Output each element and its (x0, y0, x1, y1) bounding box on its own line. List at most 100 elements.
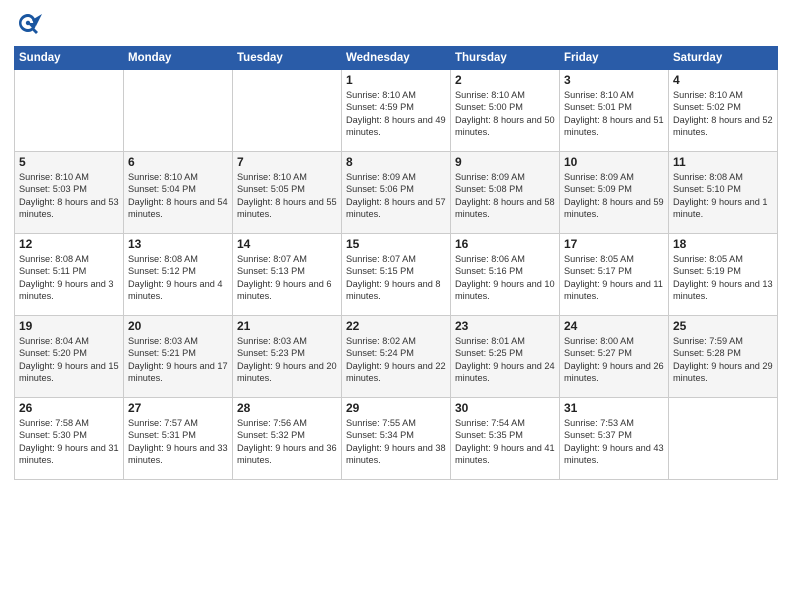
calendar-week-row: 1 Sunrise: 8:10 AM Sunset: 4:59 PM Daylig… (15, 70, 778, 152)
cell-content: Sunrise: 8:05 AM Sunset: 5:19 PM Dayligh… (673, 253, 773, 303)
cell-content: Sunrise: 7:55 AM Sunset: 5:34 PM Dayligh… (346, 417, 446, 467)
day-number: 5 (19, 155, 119, 169)
calendar-cell: 30 Sunrise: 7:54 AM Sunset: 5:35 PM Dayli… (451, 398, 560, 480)
day-number: 21 (237, 319, 337, 333)
calendar-cell: 15 Sunrise: 8:07 AM Sunset: 5:15 PM Dayli… (342, 234, 451, 316)
calendar-cell (669, 398, 778, 480)
cell-content: Sunrise: 8:08 AM Sunset: 5:11 PM Dayligh… (19, 253, 119, 303)
cell-content: Sunrise: 7:57 AM Sunset: 5:31 PM Dayligh… (128, 417, 228, 467)
calendar-week-row: 12 Sunrise: 8:08 AM Sunset: 5:11 PM Dayli… (15, 234, 778, 316)
cell-content: Sunrise: 7:56 AM Sunset: 5:32 PM Dayligh… (237, 417, 337, 467)
cell-content: Sunrise: 8:00 AM Sunset: 5:27 PM Dayligh… (564, 335, 664, 385)
calendar-cell: 7 Sunrise: 8:10 AM Sunset: 5:05 PM Daylig… (233, 152, 342, 234)
day-header-monday: Monday (124, 47, 233, 70)
calendar-cell: 28 Sunrise: 7:56 AM Sunset: 5:32 PM Dayli… (233, 398, 342, 480)
calendar-cell (15, 70, 124, 152)
day-number: 28 (237, 401, 337, 415)
day-number: 6 (128, 155, 228, 169)
calendar-cell: 17 Sunrise: 8:05 AM Sunset: 5:17 PM Dayli… (560, 234, 669, 316)
calendar-cell: 21 Sunrise: 8:03 AM Sunset: 5:23 PM Dayli… (233, 316, 342, 398)
page-container: SundayMondayTuesdayWednesdayThursdayFrid… (0, 0, 792, 490)
calendar-cell: 20Sunrise: 8:03 AM Sunset: 5:21 PM Dayli… (124, 316, 233, 398)
calendar-cell: 14 Sunrise: 8:07 AM Sunset: 5:13 PM Dayli… (233, 234, 342, 316)
day-number: 14 (237, 237, 337, 251)
calendar-cell: 26 Sunrise: 7:58 AM Sunset: 5:30 PM Dayli… (15, 398, 124, 480)
calendar-week-row: 19Sunrise: 8:04 AM Sunset: 5:20 PM Dayli… (15, 316, 778, 398)
calendar-cell: 27Sunrise: 7:57 AM Sunset: 5:31 PM Dayli… (124, 398, 233, 480)
logo-icon (14, 10, 42, 38)
cell-content: Sunrise: 8:07 AM Sunset: 5:15 PM Dayligh… (346, 253, 446, 303)
cell-content: Sunrise: 7:59 AM Sunset: 5:28 PM Dayligh… (673, 335, 773, 385)
day-number: 15 (346, 237, 446, 251)
calendar-cell: 24Sunrise: 8:00 AM Sunset: 5:27 PM Dayli… (560, 316, 669, 398)
calendar-cell: 4 Sunrise: 8:10 AM Sunset: 5:02 PM Daylig… (669, 70, 778, 152)
calendar-cell: 9 Sunrise: 8:09 AM Sunset: 5:08 PM Daylig… (451, 152, 560, 234)
calendar-cell: 2Sunrise: 8:10 AM Sunset: 5:00 PM Daylig… (451, 70, 560, 152)
calendar-cell (124, 70, 233, 152)
calendar-cell: 1 Sunrise: 8:10 AM Sunset: 4:59 PM Daylig… (342, 70, 451, 152)
calendar-cell: 13Sunrise: 8:08 AM Sunset: 5:12 PM Dayli… (124, 234, 233, 316)
day-number: 26 (19, 401, 119, 415)
day-number: 13 (128, 237, 228, 251)
cell-content: Sunrise: 8:09 AM Sunset: 5:06 PM Dayligh… (346, 171, 446, 221)
cell-content: Sunrise: 8:05 AM Sunset: 5:17 PM Dayligh… (564, 253, 664, 303)
calendar-cell: 11 Sunrise: 8:08 AM Sunset: 5:10 PM Dayli… (669, 152, 778, 234)
calendar-week-row: 26 Sunrise: 7:58 AM Sunset: 5:30 PM Dayli… (15, 398, 778, 480)
cell-content: Sunrise: 8:10 AM Sunset: 5:03 PM Dayligh… (19, 171, 119, 221)
day-number: 12 (19, 237, 119, 251)
cell-content: Sunrise: 7:58 AM Sunset: 5:30 PM Dayligh… (19, 417, 119, 467)
cell-content: Sunrise: 8:10 AM Sunset: 5:05 PM Dayligh… (237, 171, 337, 221)
cell-content: Sunrise: 7:53 AM Sunset: 5:37 PM Dayligh… (564, 417, 664, 467)
cell-content: Sunrise: 8:10 AM Sunset: 5:00 PM Dayligh… (455, 89, 555, 139)
cell-content: Sunrise: 8:09 AM Sunset: 5:08 PM Dayligh… (455, 171, 555, 221)
day-number: 7 (237, 155, 337, 169)
calendar-cell: 18 Sunrise: 8:05 AM Sunset: 5:19 PM Dayli… (669, 234, 778, 316)
calendar-week-row: 5 Sunrise: 8:10 AM Sunset: 5:03 PM Daylig… (15, 152, 778, 234)
day-number: 9 (455, 155, 555, 169)
cell-content: Sunrise: 8:07 AM Sunset: 5:13 PM Dayligh… (237, 253, 337, 303)
cell-content: Sunrise: 8:10 AM Sunset: 5:04 PM Dayligh… (128, 171, 228, 221)
day-number: 30 (455, 401, 555, 415)
day-header-tuesday: Tuesday (233, 47, 342, 70)
cell-content: Sunrise: 8:10 AM Sunset: 4:59 PM Dayligh… (346, 89, 446, 139)
day-number: 1 (346, 73, 446, 87)
day-number: 3 (564, 73, 664, 87)
day-number: 29 (346, 401, 446, 415)
day-header-friday: Friday (560, 47, 669, 70)
calendar-cell: 31 Sunrise: 7:53 AM Sunset: 5:37 PM Dayli… (560, 398, 669, 480)
day-header-thursday: Thursday (451, 47, 560, 70)
calendar-cell: 19Sunrise: 8:04 AM Sunset: 5:20 PM Dayli… (15, 316, 124, 398)
calendar-cell: 10 Sunrise: 8:09 AM Sunset: 5:09 PM Dayli… (560, 152, 669, 234)
calendar-cell: 16Sunrise: 8:06 AM Sunset: 5:16 PM Dayli… (451, 234, 560, 316)
day-number: 10 (564, 155, 664, 169)
calendar-cell: 8 Sunrise: 8:09 AM Sunset: 5:06 PM Daylig… (342, 152, 451, 234)
cell-content: Sunrise: 8:10 AM Sunset: 5:02 PM Dayligh… (673, 89, 773, 139)
day-number: 4 (673, 73, 773, 87)
cell-content: Sunrise: 8:10 AM Sunset: 5:01 PM Dayligh… (564, 89, 664, 139)
calendar-cell: 12 Sunrise: 8:08 AM Sunset: 5:11 PM Dayli… (15, 234, 124, 316)
calendar-cell: 25Sunrise: 7:59 AM Sunset: 5:28 PM Dayli… (669, 316, 778, 398)
day-number: 18 (673, 237, 773, 251)
calendar-cell: 6 Sunrise: 8:10 AM Sunset: 5:04 PM Daylig… (124, 152, 233, 234)
cell-content: Sunrise: 8:08 AM Sunset: 5:10 PM Dayligh… (673, 171, 773, 221)
day-number: 23 (455, 319, 555, 333)
calendar-cell: 23Sunrise: 8:01 AM Sunset: 5:25 PM Dayli… (451, 316, 560, 398)
day-number: 16 (455, 237, 555, 251)
logo (14, 10, 46, 38)
day-number: 17 (564, 237, 664, 251)
cell-content: Sunrise: 8:09 AM Sunset: 5:09 PM Dayligh… (564, 171, 664, 221)
calendar-cell: 3 Sunrise: 8:10 AM Sunset: 5:01 PM Daylig… (560, 70, 669, 152)
cell-content: Sunrise: 8:03 AM Sunset: 5:23 PM Dayligh… (237, 335, 337, 385)
calendar-cell (233, 70, 342, 152)
day-header-sunday: Sunday (15, 47, 124, 70)
cell-content: Sunrise: 7:54 AM Sunset: 5:35 PM Dayligh… (455, 417, 555, 467)
day-number: 31 (564, 401, 664, 415)
calendar-cell: 22Sunrise: 8:02 AM Sunset: 5:24 PM Dayli… (342, 316, 451, 398)
calendar-table: SundayMondayTuesdayWednesdayThursdayFrid… (14, 46, 778, 480)
day-header-wednesday: Wednesday (342, 47, 451, 70)
calendar-cell: 5 Sunrise: 8:10 AM Sunset: 5:03 PM Daylig… (15, 152, 124, 234)
day-number: 19 (19, 319, 119, 333)
day-number: 11 (673, 155, 773, 169)
day-number: 8 (346, 155, 446, 169)
calendar-cell: 29 Sunrise: 7:55 AM Sunset: 5:34 PM Dayli… (342, 398, 451, 480)
